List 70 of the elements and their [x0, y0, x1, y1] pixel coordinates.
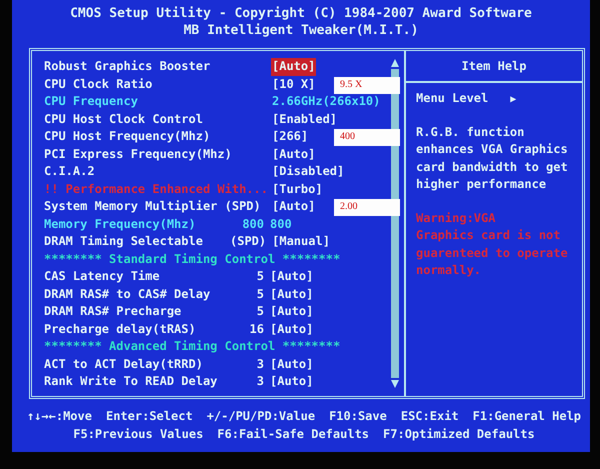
key-hint: F10:Save — [329, 408, 387, 425]
scroll-down-icon[interactable] — [391, 380, 399, 388]
help-text: higher performance — [416, 177, 546, 191]
page-subtitle: MB Intelligent Tweaker(M.I.T.) — [182, 22, 420, 39]
setting-label[interactable]: CAS Latency Time — [44, 268, 230, 286]
setting-label[interactable]: DRAM Timing Selectable — [44, 233, 230, 250]
window-title: CMOS Setup Utility - Copyright (C) 1984-2007 Award Software — [69, 5, 533, 22]
setting-value[interactable]: [Enabled] — [271, 110, 338, 128]
section-header: ******** Standard Timing Control ******** — [44, 250, 340, 268]
annotation-note: 400 — [334, 129, 400, 146]
setting-value[interactable]: [Auto] — [269, 356, 314, 373]
setting-value[interactable]: [Auto] — [269, 303, 314, 320]
setting-label[interactable]: DRAM RAS# Precharge — [44, 303, 230, 320]
setting-label[interactable]: CPU Clock Ratio — [44, 76, 271, 93]
setting-value[interactable]: [Auto] — [271, 146, 316, 163]
setting-value[interactable]: [Manual] — [271, 233, 331, 250]
setting-value[interactable]: [266] — [271, 128, 310, 146]
key-hint: F6:Fail-Safe Defaults — [217, 426, 370, 443]
help-text: R.G.B. function — [416, 124, 524, 138]
setting-value[interactable]: [Disabled] — [271, 163, 346, 180]
setting-value[interactable]: [Turbo] — [271, 180, 324, 198]
setting-value[interactable]: [10 X] — [271, 76, 316, 93]
setting-label[interactable]: CPU Host Frequency(Mhz) — [44, 128, 271, 146]
setting-value[interactable]: [Auto] — [269, 268, 314, 286]
setting-label: Memory Frequency(Mhz) — [44, 216, 197, 232]
key-hint: ↑↓→←:Move — [26, 408, 92, 425]
setting-detail: 5 — [256, 269, 264, 283]
scroll-up-icon[interactable] — [391, 59, 399, 67]
key-hint: ESC:Exit — [400, 408, 459, 425]
key-hint: F1:General Help — [472, 408, 582, 425]
setting-label[interactable]: C.I.A.2 — [44, 163, 271, 180]
warning-text: normally. — [416, 263, 482, 277]
setting-detail: 800 — [242, 216, 264, 230]
setting-detail: 3 — [256, 356, 264, 370]
setting-value: 800 — [269, 216, 293, 232]
setting-detail: 5 — [256, 304, 264, 318]
warning-text: guarenteed to operate — [416, 246, 568, 260]
key-hint: +/-/PU/PD:Value — [206, 408, 316, 425]
setting-label[interactable]: Rank Write To READ Delay — [44, 373, 230, 390]
setting-detail: (SPD) — [230, 234, 266, 248]
arrow-icon: ▶ — [510, 94, 516, 105]
setting-value[interactable]: [Auto] — [269, 320, 314, 338]
key-hint: F7:Optimized Defaults — [383, 426, 535, 443]
setting-label[interactable]: Robust Graphics Booster — [44, 58, 271, 76]
section-header: ******** Advanced Timing Control ******** — [44, 338, 340, 355]
help-text: card bandwidth to get — [416, 160, 568, 174]
help-title: Item Help — [461, 59, 527, 73]
setting-label[interactable]: PCI Express Frequency(Mhz) — [44, 146, 271, 163]
setting-label: CPU Frequency — [44, 93, 139, 110]
key-hint: F5:Previous Values — [73, 426, 204, 443]
menu-level-label: Menu Level — [416, 91, 488, 105]
setting-detail: 16 — [250, 322, 264, 336]
setting-value[interactable]: [Auto] — [269, 286, 314, 303]
help-text: enhances VGA Graphics — [416, 142, 568, 156]
setting-label[interactable]: ACT to ACT Delay(tRRD) — [44, 356, 230, 373]
annotation-note: 2.00 — [334, 199, 400, 216]
warning-text: Graphics card is not — [416, 228, 560, 242]
annotation-note: 9.5 X — [334, 76, 400, 94]
key-hint: Enter:Select — [106, 408, 193, 425]
setting-label[interactable]: System Memory Multiplier (SPD) — [44, 198, 271, 216]
setting-value[interactable]: [Auto] — [269, 373, 314, 390]
setting-label[interactable]: Precharge delay(tRAS) — [44, 320, 230, 338]
setting-detail: 3 — [256, 374, 264, 388]
setting-detail: 5 — [256, 286, 264, 300]
setting-value: 2.66GHz(266x10) — [271, 93, 382, 110]
setting-value[interactable]: [Auto] — [271, 198, 316, 216]
setting-label[interactable]: CPU Host Clock Control — [44, 110, 271, 128]
setting-value[interactable]: [Auto] — [271, 58, 316, 76]
setting-label[interactable]: DRAM RAS# to CAS# Delay — [44, 286, 230, 303]
warning-text: Warning:VGA — [416, 210, 496, 224]
